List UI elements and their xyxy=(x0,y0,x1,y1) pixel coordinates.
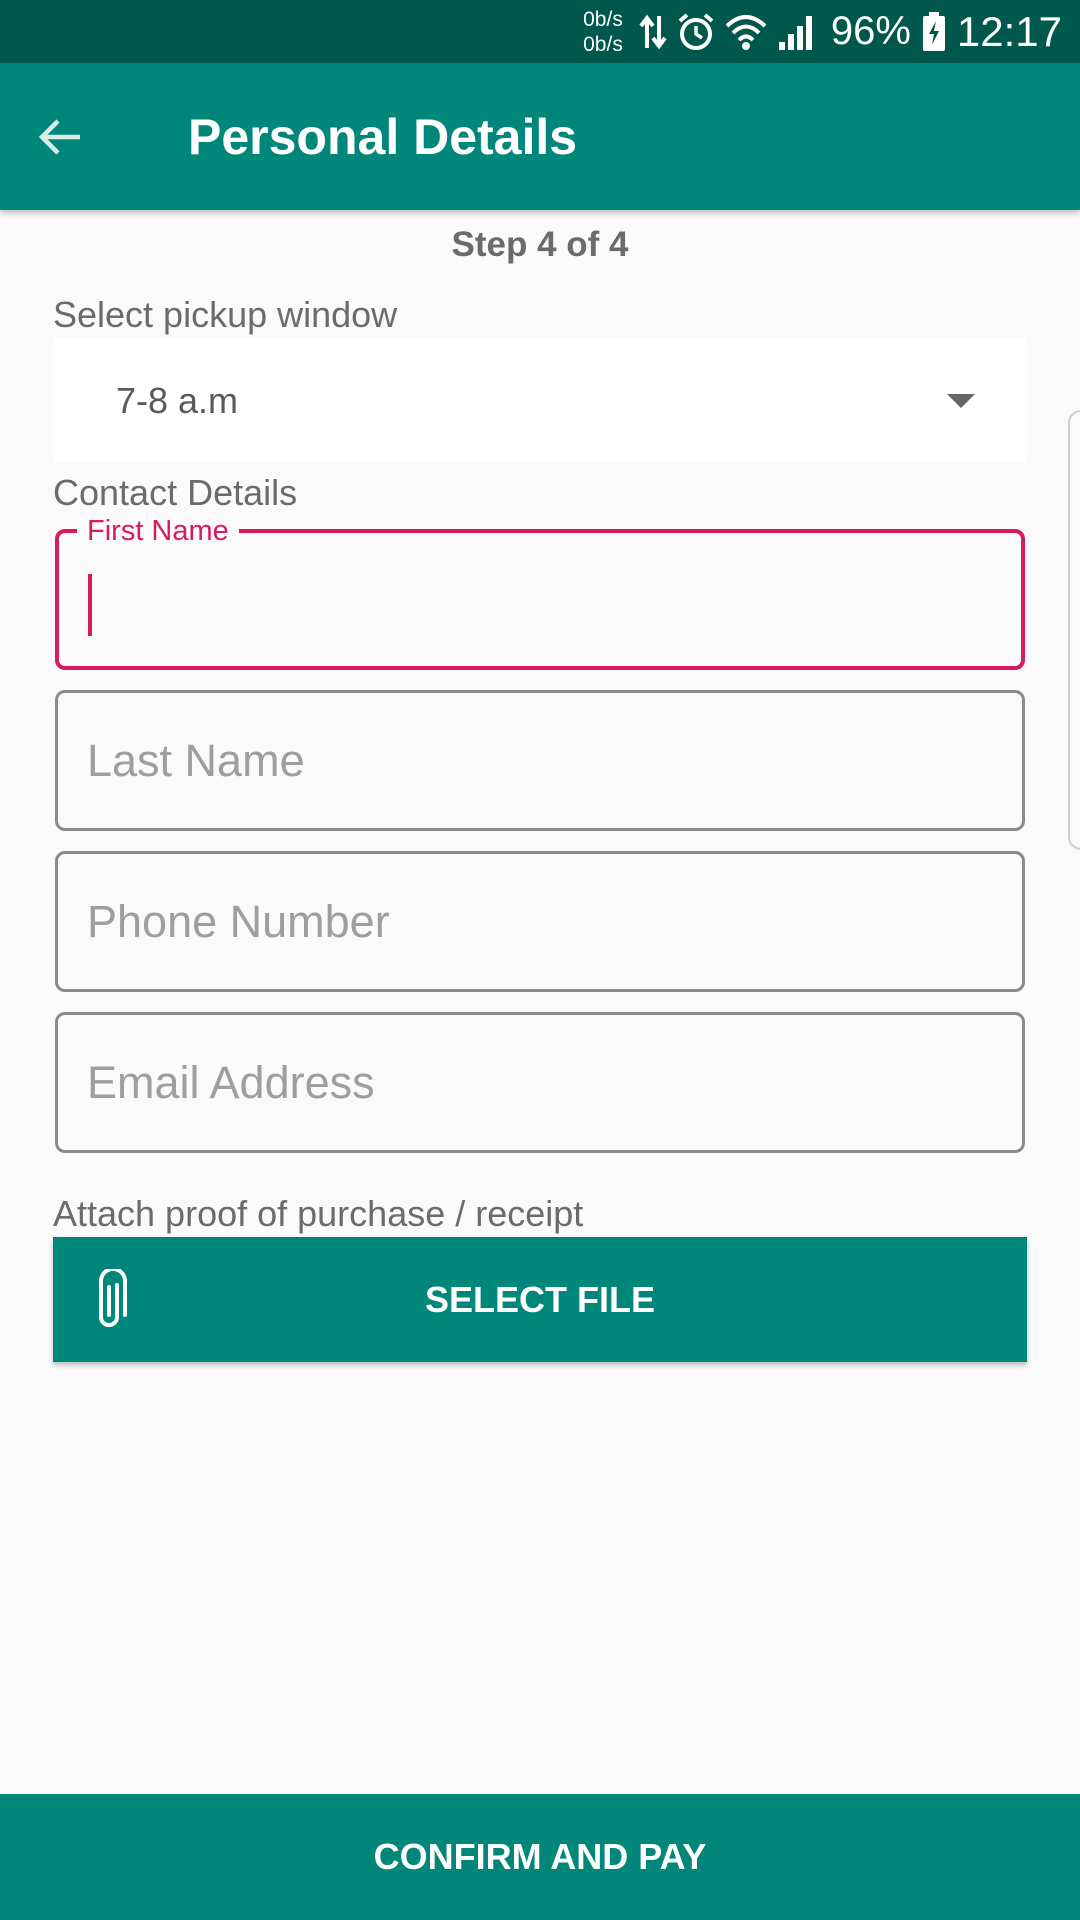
confirm-and-pay-button[interactable]: CONFIRM AND PAY xyxy=(0,1794,1080,1920)
battery-charging-icon xyxy=(921,11,947,53)
phone-number-field[interactable]: Phone Number xyxy=(55,851,1025,992)
email-address-placeholder: Email Address xyxy=(87,1056,375,1108)
back-button[interactable] xyxy=(0,63,120,210)
first-name-label: First Name xyxy=(77,513,239,549)
first-name-field[interactable]: First Name xyxy=(55,513,1025,670)
clock: 12:17 xyxy=(956,8,1062,55)
dropdown-arrow-icon xyxy=(947,393,975,408)
network-speed: 0b/s 0b/s xyxy=(583,7,623,57)
net-up-speed: 0b/s xyxy=(583,7,623,31)
alarm-icon xyxy=(677,12,715,52)
wifi-icon xyxy=(725,12,767,52)
edge-panel-handle[interactable] xyxy=(1068,410,1080,850)
select-file-button[interactable]: SELECT FILE xyxy=(53,1237,1027,1362)
attach-receipt-label: Attach proof of purchase / receipt xyxy=(53,1193,584,1234)
last-name-field[interactable]: Last Name xyxy=(55,690,1025,831)
arrow-back-icon xyxy=(38,118,80,155)
page-title: Personal Details xyxy=(188,108,578,165)
step-indicator: Step 4 of 4 xyxy=(451,225,629,264)
contact-details-label: Contact Details xyxy=(53,472,298,513)
pickup-window-value: 7-8 a.m xyxy=(116,379,239,421)
app-bar: Personal Details xyxy=(0,63,1080,210)
phone-number-placeholder: Phone Number xyxy=(87,895,390,947)
text-cursor xyxy=(88,573,92,636)
data-transfer-icon xyxy=(639,12,667,52)
pickup-window-label: Select pickup window xyxy=(53,294,398,335)
battery-percent: 96% xyxy=(830,9,911,53)
email-address-field[interactable]: Email Address xyxy=(55,1012,1025,1153)
screen: 0b/s 0b/s 96% 12:17 Personal Details Ste… xyxy=(0,0,1080,1920)
signal-icon xyxy=(777,12,817,52)
confirm-and-pay-label: CONFIRM AND PAY xyxy=(373,1836,707,1877)
status-bar: 0b/s 0b/s 96% 12:17 xyxy=(0,0,1080,63)
paperclip-icon xyxy=(99,1269,127,1327)
pickup-window-dropdown[interactable]: 7-8 a.m xyxy=(53,338,1027,463)
last-name-placeholder: Last Name xyxy=(87,734,305,786)
select-file-label: SELECT FILE xyxy=(424,1278,655,1320)
net-down-speed: 0b/s xyxy=(583,32,623,56)
